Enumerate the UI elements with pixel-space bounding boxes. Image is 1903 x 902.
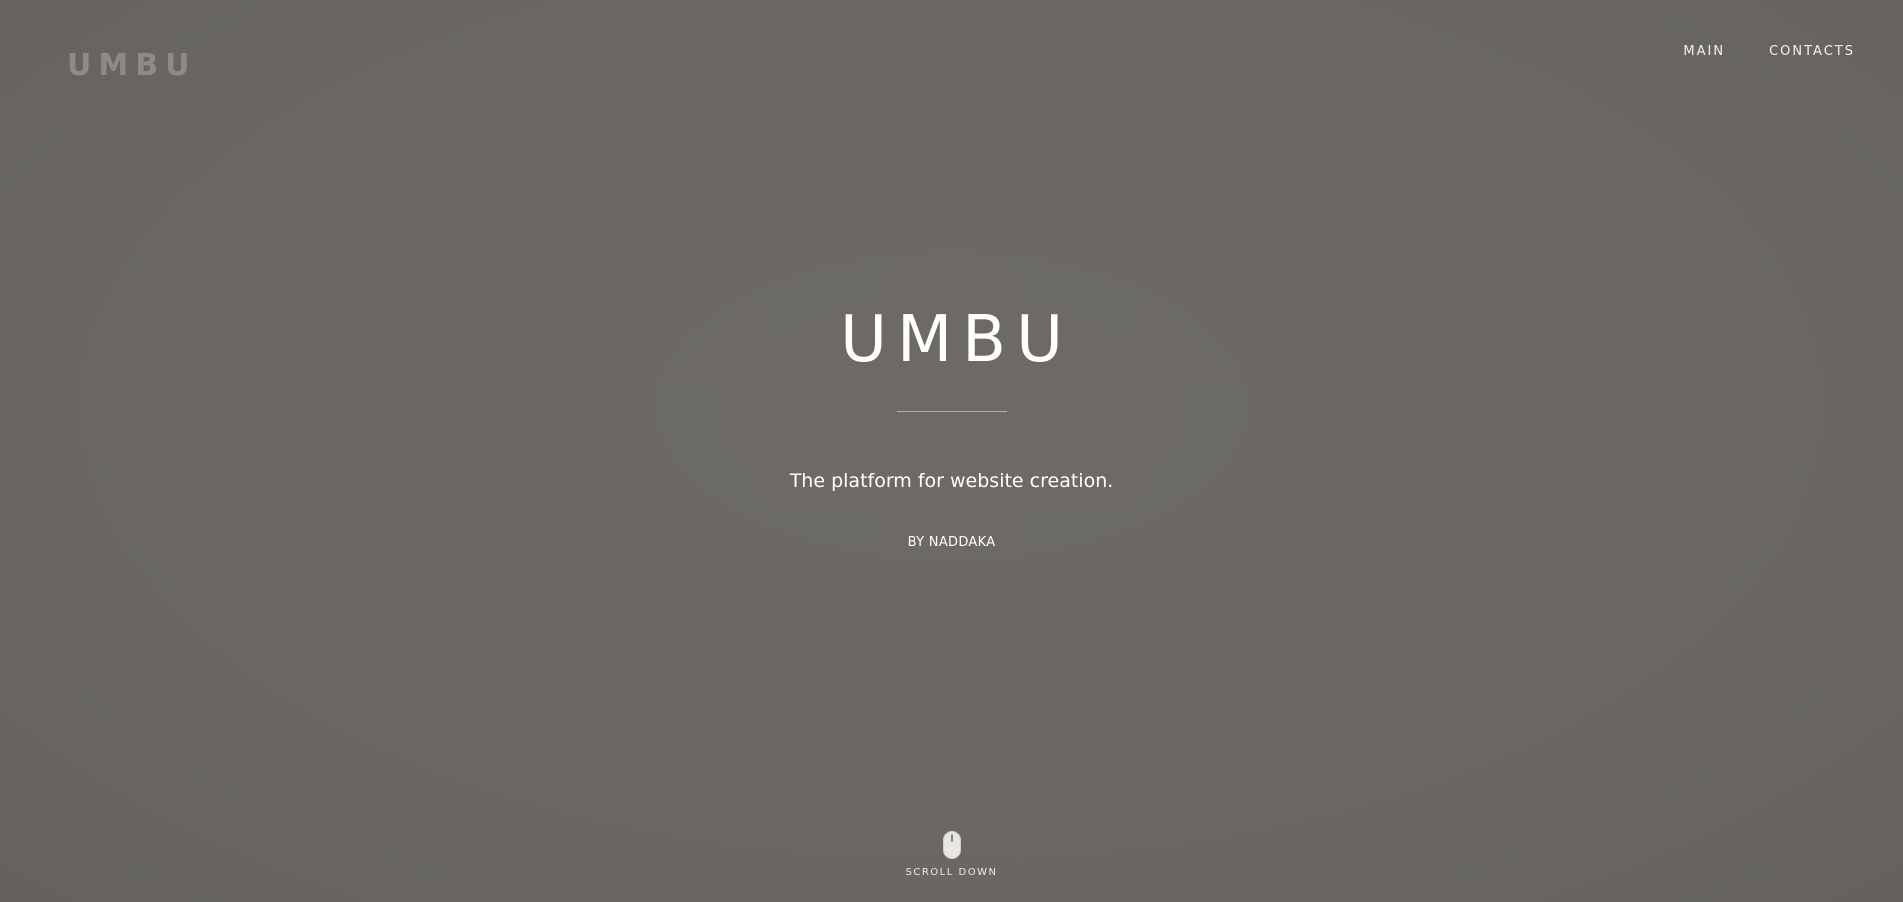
nav-link-main[interactable]: MAIN [1683, 44, 1725, 59]
site-logo[interactable]: UMBU [67, 48, 196, 83]
hero-tagline: The platform for website creation. [789, 470, 1114, 492]
page: UMBU MAIN CONTACTS UMBU The platform for… [0, 0, 1903, 902]
hero-byline[interactable]: BY NADDAKA [0, 535, 1903, 551]
mouse-icon [942, 831, 961, 859]
hero-title: UMBU [840, 303, 1073, 377]
hero-divider [896, 411, 1007, 412]
scroll-down-button[interactable]: SCROLL DOWN [0, 831, 1903, 878]
scroll-down-label: SCROLL DOWN [905, 867, 998, 878]
hero-section: UMBU The platform for website creation. … [0, 296, 1903, 551]
nav-link-contacts[interactable]: CONTACTS [1769, 44, 1855, 59]
main-nav: MAIN CONTACTS [1683, 44, 1855, 59]
